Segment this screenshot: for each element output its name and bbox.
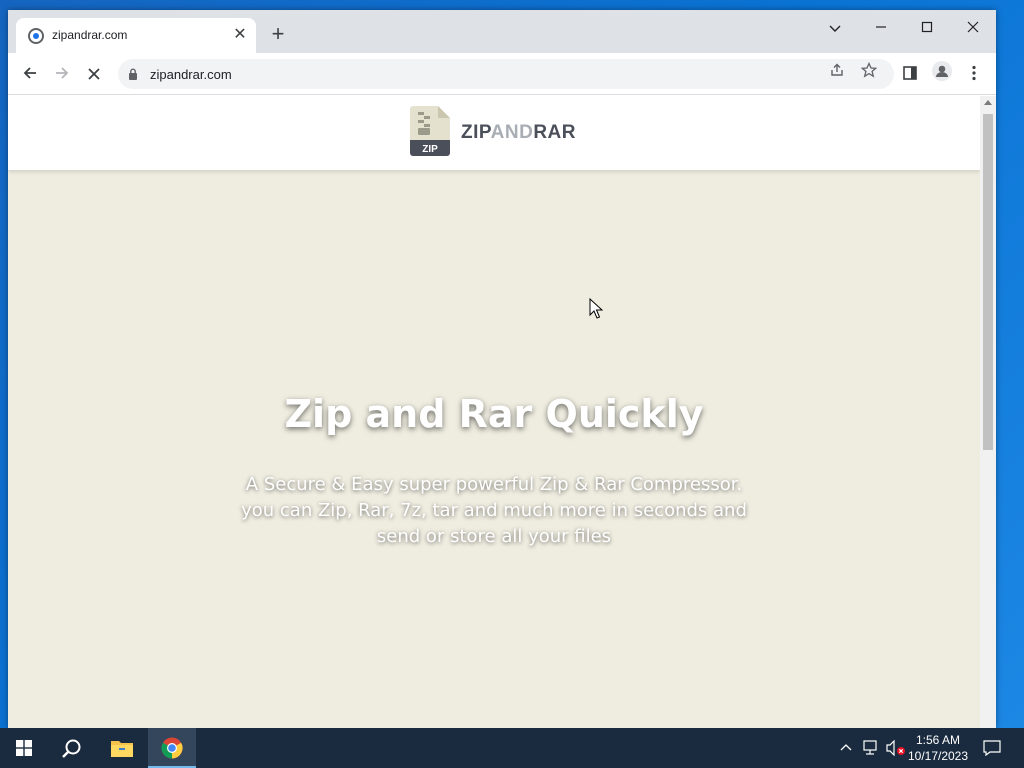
notifications-button[interactable] xyxy=(980,728,1004,768)
scrollbar-thumb[interactable] xyxy=(983,114,993,450)
volume-status[interactable] xyxy=(884,728,906,768)
hero-subtitle: A Secure & Easy super powerful Zip & Rar… xyxy=(241,474,747,547)
close-window-icon[interactable] xyxy=(950,14,996,44)
mouse-pointer-icon xyxy=(589,298,603,319)
stop-loading-icon[interactable] xyxy=(80,61,108,89)
forward-arrow-icon[interactable] xyxy=(48,61,76,89)
tab-strip: zipandrar.com ✕ + xyxy=(8,10,996,53)
chrome-icon xyxy=(161,737,183,759)
tab-zipandrar[interactable]: zipandrar.com ✕ xyxy=(16,18,256,53)
tab-title: zipandrar.com xyxy=(52,28,128,42)
address-bar[interactable]: zipandrar.com xyxy=(118,59,894,89)
site-logo[interactable]: ZIP ZIPANDRAR xyxy=(410,106,610,160)
network-status[interactable] xyxy=(860,728,882,768)
notification-icon xyxy=(983,740,1001,756)
clock-date: 10/17/2023 xyxy=(907,749,969,763)
hero-title: Zip and Rar Quickly xyxy=(284,392,704,436)
network-icon xyxy=(863,740,877,755)
logo-word-zip: ZIP xyxy=(461,122,491,143)
start-button[interactable] xyxy=(0,728,48,768)
url-text: zipandrar.com xyxy=(150,67,232,82)
system-clock[interactable]: 1:56 AM 10/17/2023 xyxy=(906,732,970,764)
clock-time: 1:56 AM xyxy=(915,733,961,747)
zip-file-icon: ZIP xyxy=(410,106,450,156)
taskbar: 1:56 AM 10/17/2023 xyxy=(0,728,1024,768)
show-hidden-icons-button[interactable] xyxy=(838,728,854,768)
profile-avatar-icon[interactable] xyxy=(928,61,956,89)
site-favicon-icon xyxy=(28,28,44,44)
share-icon[interactable] xyxy=(824,61,850,87)
bookmark-star-icon[interactable] xyxy=(856,61,882,87)
search-icon xyxy=(62,739,81,758)
logo-word-and: AND xyxy=(490,122,534,143)
chevron-up-icon xyxy=(840,744,852,751)
side-panel-icon[interactable] xyxy=(896,61,924,89)
new-tab-button[interactable]: + xyxy=(266,23,290,47)
logo-word-rar: RAR xyxy=(533,122,576,143)
maximize-icon[interactable] xyxy=(904,14,950,44)
tab-search-icon[interactable] xyxy=(812,14,858,44)
tab-close-icon[interactable]: ✕ xyxy=(230,25,250,45)
browser-window: zipandrar.com ✕ + zipandrar.com ZIP ZIPA… xyxy=(8,10,996,728)
search-button[interactable] xyxy=(48,728,96,768)
zip-badge-text: ZIP xyxy=(422,144,438,155)
page-content: ZIP ZIPANDRAR Zip and Rar Quickly A Secu… xyxy=(8,96,980,728)
site-header: ZIP ZIPANDRAR xyxy=(8,96,980,170)
logo-wordmark: ZIPANDRAR xyxy=(461,122,576,144)
speaker-muted-icon xyxy=(886,740,905,756)
lock-icon xyxy=(129,68,137,80)
vertical-scrollbar[interactable] xyxy=(980,96,996,728)
browser-toolbar: zipandrar.com xyxy=(8,53,996,95)
file-explorer-button[interactable] xyxy=(98,728,146,768)
back-arrow-icon[interactable] xyxy=(16,61,44,89)
minimize-icon[interactable] xyxy=(858,14,904,44)
menu-dots-icon[interactable] xyxy=(960,61,988,89)
scroll-up-arrow-icon[interactable] xyxy=(984,100,992,105)
folder-icon xyxy=(111,741,133,757)
windows-logo-icon xyxy=(16,740,32,756)
chrome-taskbar-button[interactable] xyxy=(148,728,196,768)
